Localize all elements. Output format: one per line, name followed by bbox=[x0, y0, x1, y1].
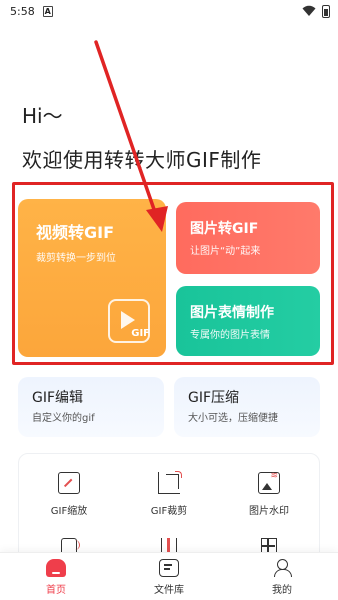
status-time: 5:58 bbox=[10, 4, 35, 18]
video-to-gif-card[interactable]: 视频转GIF 裁剪转换一步到位 GIF bbox=[18, 199, 166, 357]
video-to-gif-title: 视频转GIF bbox=[36, 223, 115, 242]
notification-badge-icon: A bbox=[42, 5, 53, 17]
home-icon bbox=[46, 559, 66, 577]
grid-item-gif-resize[interactable]: GIF缩放 bbox=[19, 472, 119, 517]
battery-icon bbox=[322, 4, 330, 18]
gif-compress-subtitle: 大小可选，压缩便捷 bbox=[188, 413, 278, 424]
grid-item-image-watermark[interactable]: 图片水印 bbox=[219, 471, 319, 517]
image-to-gif-subtitle: 让图片“动”起来 bbox=[190, 246, 261, 257]
grid-item-label: 图片水印 bbox=[249, 506, 289, 517]
grid-item-label: GIF缩放 bbox=[50, 506, 88, 517]
nav-home[interactable]: 首页 bbox=[16, 559, 96, 596]
nav-file-library[interactable]: 文件库 bbox=[129, 559, 209, 596]
greeting-text: Hi～ bbox=[22, 104, 63, 128]
profile-icon bbox=[272, 559, 292, 577]
image-to-gif-title: 图片转GIF bbox=[190, 221, 259, 237]
wifi-icon bbox=[302, 5, 316, 16]
emoji-maker-title: 图片表情制作 bbox=[190, 305, 274, 321]
gif-edit-subtitle: 自定义你的gif bbox=[32, 413, 95, 424]
grid-item-gif-crop[interactable]: GIF裁剪 bbox=[119, 471, 219, 517]
page-title: 欢迎使用转转大师GIF制作 bbox=[22, 148, 262, 172]
grid-item-label: GIF裁剪 bbox=[150, 506, 188, 517]
emoji-maker-subtitle: 专属你的图片表情 bbox=[190, 330, 270, 341]
crop-icon bbox=[158, 471, 182, 494]
video-gif-icon: GIF bbox=[108, 299, 150, 343]
nav-home-label: 首页 bbox=[46, 585, 66, 596]
emoji-maker-card[interactable]: 图片表情制作 专属你的图片表情 bbox=[176, 286, 320, 356]
image-to-gif-card[interactable]: 图片转GIF 让图片“动”起来 bbox=[176, 202, 320, 274]
nav-profile-label: 我的 bbox=[272, 585, 292, 596]
video-to-gif-subtitle: 裁剪转换一步到位 bbox=[36, 253, 116, 264]
nav-file-library-label: 文件库 bbox=[154, 585, 184, 596]
file-library-icon bbox=[159, 559, 179, 577]
resize-icon bbox=[58, 472, 80, 494]
gif-edit-card[interactable]: GIF编辑 自定义你的gif bbox=[18, 377, 164, 437]
status-bar: 5:58 A bbox=[0, 0, 338, 22]
nav-profile[interactable]: 我的 bbox=[242, 559, 322, 596]
watermark-icon bbox=[258, 471, 280, 494]
bottom-nav: 首页 文件库 我的 bbox=[0, 552, 338, 600]
gif-compress-card[interactable]: GIF压缩 大小可选，压缩便捷 bbox=[174, 377, 320, 437]
gif-badge-label: GIF bbox=[131, 328, 150, 339]
status-icons bbox=[302, 4, 330, 18]
gif-edit-title: GIF编辑 bbox=[32, 390, 84, 406]
gif-compress-title: GIF压缩 bbox=[188, 390, 240, 406]
play-icon bbox=[121, 311, 135, 329]
